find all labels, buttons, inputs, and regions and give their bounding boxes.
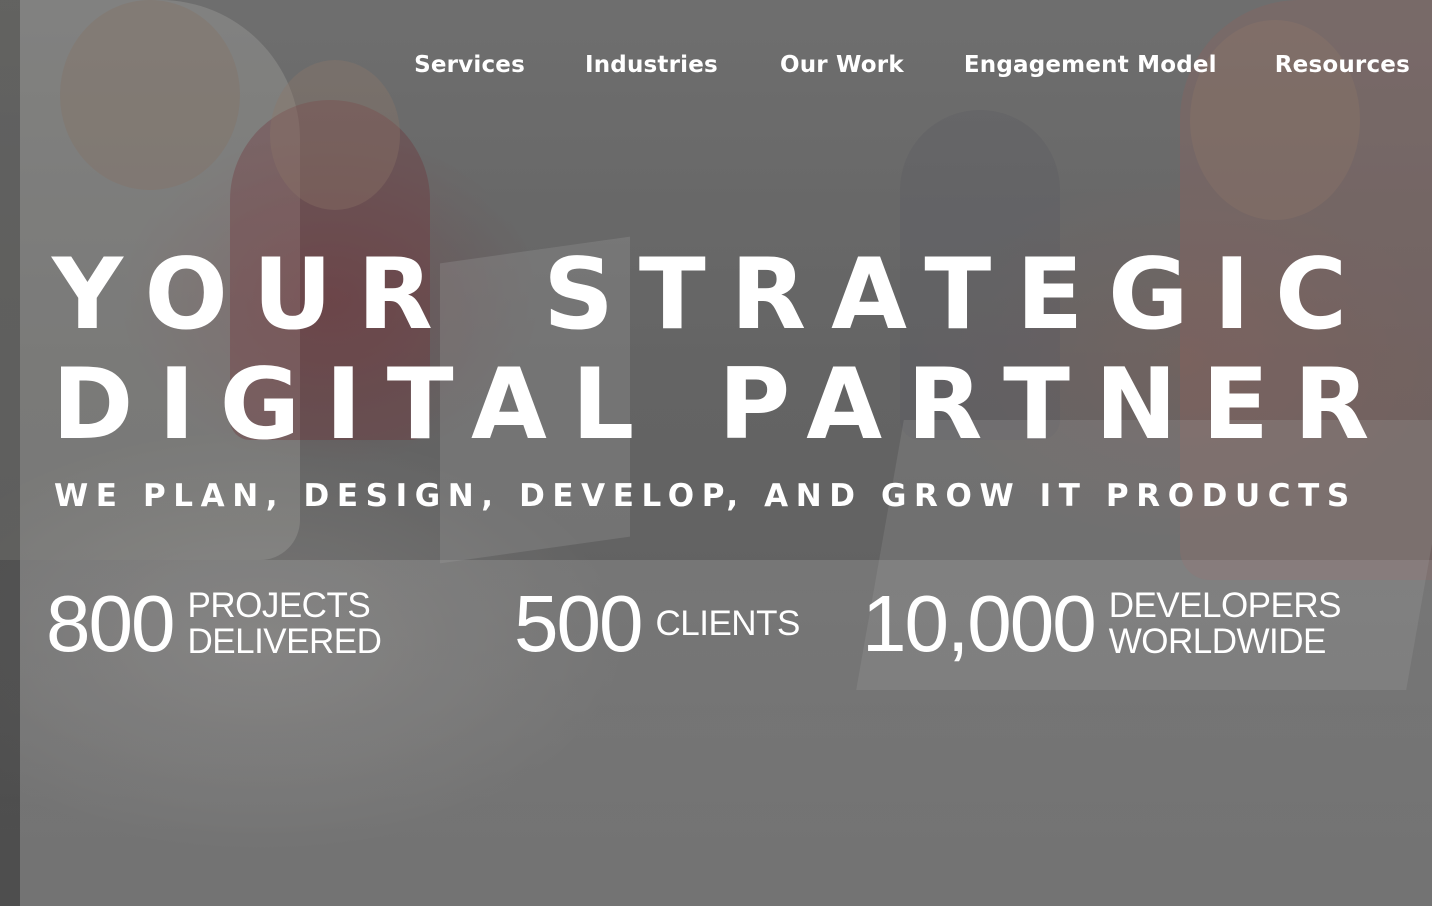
stat-value: 800 — [46, 579, 175, 668]
nav-item-our-work[interactable]: Our Work — [780, 52, 904, 78]
stat-label-line: DELIVERED — [187, 622, 382, 661]
nav-item-industries[interactable]: Industries — [585, 52, 718, 78]
main-nav: Services Industries Our Work Engagement … — [414, 52, 1410, 78]
stat-label: PROJECTS DELIVERED — [187, 588, 381, 660]
stat-label-line: CLIENTS — [655, 604, 800, 643]
nav-item-services[interactable]: Services — [414, 52, 525, 78]
hero-section: Services Industries Our Work Engagement … — [0, 0, 1432, 906]
headline-word-strategic: STRATEGIC — [543, 238, 1372, 352]
nav-item-engagement-model[interactable]: Engagement Model — [964, 52, 1217, 78]
stat-value: 10,000 — [862, 579, 1097, 668]
stat-value: 500 — [514, 579, 643, 668]
headline-line-2: DIGITAL PARTNER — [52, 348, 1395, 462]
stat-label: CLIENTS — [655, 604, 800, 643]
stat-label-line: PROJECTS — [187, 586, 371, 625]
stat-label-line: WORLDWIDE — [1108, 622, 1327, 661]
stat-label: DEVELOPERS WORLDWIDE — [1108, 586, 1342, 661]
stat-developers: 10,000 DEVELOPERS WORLDWIDE — [862, 579, 1342, 668]
hero-subheadline: WE PLAN, DESIGN, DEVELOP, AND GROW IT PR… — [54, 478, 1357, 514]
headline-line-1: YOUR STRATEGIC — [52, 246, 1372, 346]
stat-clients: 500 CLIENTS — [514, 584, 800, 664]
nav-item-resources[interactable]: Resources — [1275, 52, 1410, 78]
headline-word-your: YOUR — [52, 238, 458, 352]
stat-projects: 800 PROJECTS DELIVERED — [46, 579, 382, 668]
stat-label-line: DEVELOPERS — [1108, 586, 1342, 625]
hero-headline: YOUR STRATEGIC DIGITAL PARTNER — [52, 246, 1372, 456]
